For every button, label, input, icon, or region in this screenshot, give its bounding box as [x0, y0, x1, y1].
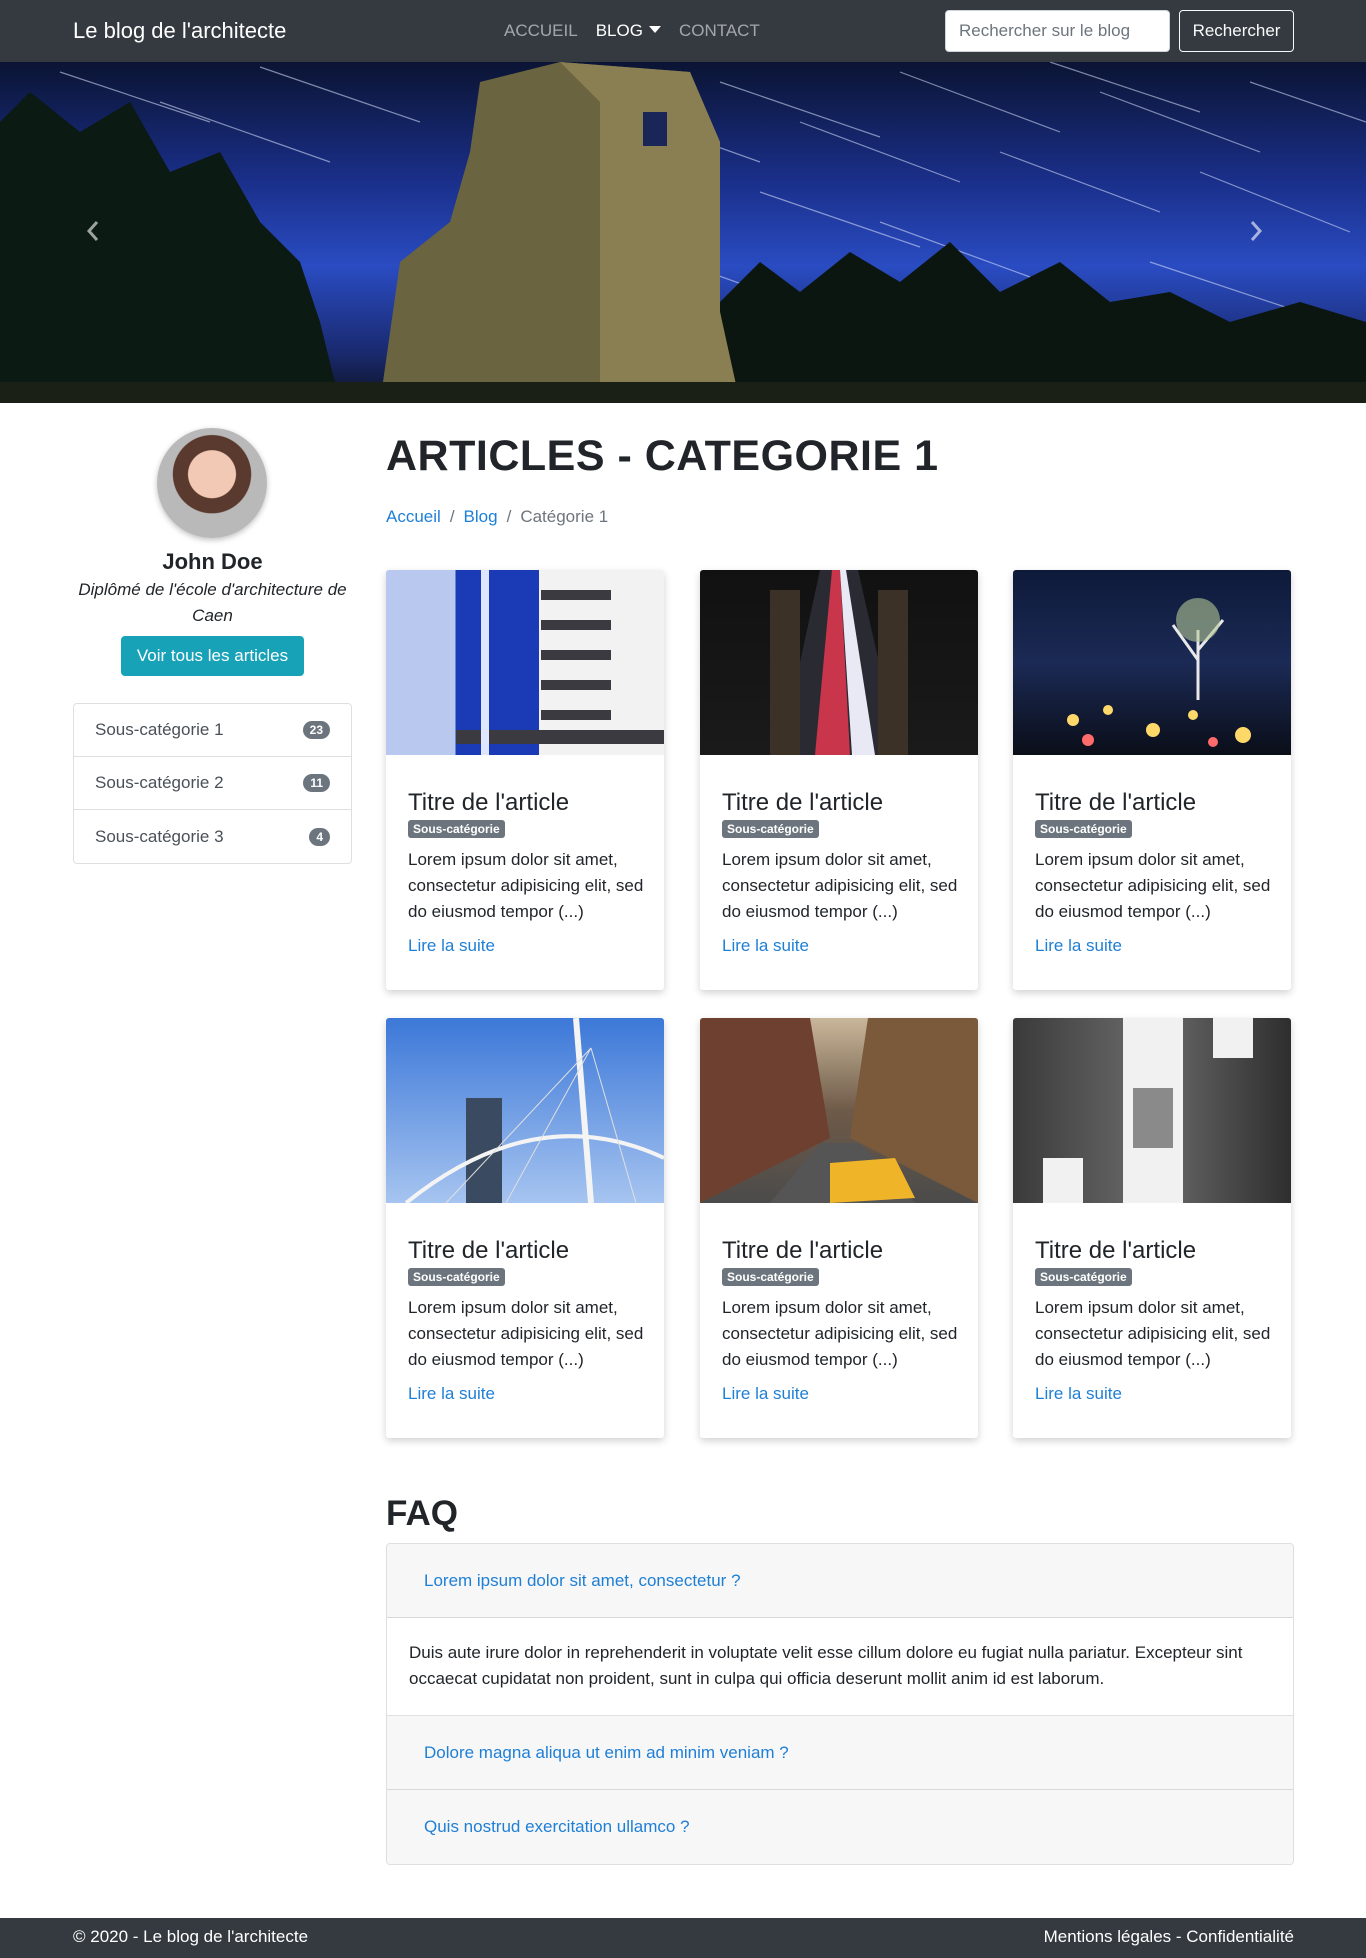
hero-carousel: [0, 62, 1366, 403]
article-image[interactable]: [1013, 570, 1291, 755]
article-title: Titre de l'article: [408, 789, 570, 816]
article-title: Titre de l'article: [722, 1237, 884, 1264]
nav-links: ACCUEIL BLOG CONTACT: [504, 19, 760, 43]
brand-link[interactable]: Le blog de l'architecte: [73, 17, 286, 45]
article-card: Titre de l'article Sous-catégorie Lorem …: [700, 1018, 978, 1438]
subcategory-item-2[interactable]: Sous-catégorie 2 11: [74, 757, 351, 810]
page-title: ARTICLES - CATEGORIE 1: [386, 432, 939, 480]
count-badge: 11: [303, 774, 330, 792]
article-card: Titre de l'article Sous-catégorie Lorem …: [700, 570, 978, 990]
subcategory-list: Sous-catégorie 1 23 Sous-catégorie 2 11 …: [73, 703, 352, 864]
all-articles-button[interactable]: Voir tous les articles: [121, 636, 304, 676]
article-title: Titre de l'article: [1035, 1237, 1197, 1264]
caret-down-icon: [648, 26, 661, 33]
article-image[interactable]: [700, 1018, 978, 1203]
article-image[interactable]: [700, 570, 978, 755]
author-name: John Doe: [162, 549, 263, 574]
avatar: [157, 428, 267, 538]
subcategory-label: Sous-catégorie 3: [95, 826, 224, 846]
subcategory-item-3[interactable]: Sous-catégorie 3 4: [74, 810, 351, 863]
breadcrumb-accueil[interactable]: Accueil: [386, 504, 441, 530]
nav-accueil[interactable]: ACCUEIL: [504, 19, 578, 43]
breadcrumb-separator: /: [449, 507, 455, 526]
article-title: Titre de l'article: [722, 789, 884, 816]
faq-question-3[interactable]: Quis nostrud exercitation ullamco ?: [387, 1790, 1293, 1864]
carousel-next-icon[interactable]: [1249, 220, 1279, 250]
read-more-link[interactable]: Lire la suite: [1035, 933, 1122, 959]
read-more-link[interactable]: Lire la suite: [408, 1381, 495, 1407]
article-excerpt: Lorem ipsum dolor sit amet, consectetur …: [722, 850, 958, 921]
carousel-prev-icon[interactable]: [86, 220, 116, 250]
article-title: Titre de l'article: [408, 1237, 570, 1264]
footer-copyright: © 2020 - Le blog de l'architecte: [73, 1927, 309, 1946]
subcategory-badge: Sous-catégorie: [408, 1268, 505, 1286]
read-more-link[interactable]: Lire la suite: [408, 933, 495, 959]
faq-answer-1: Duis aute irure dolor in reprehenderit i…: [387, 1618, 1293, 1716]
subcategory-badge: Sous-catégorie: [408, 820, 505, 838]
article-excerpt: Lorem ipsum dolor sit amet, consectetur …: [1035, 850, 1271, 921]
faq-accordion: Lorem ipsum dolor sit amet, consectetur …: [386, 1543, 1294, 1865]
faq-question-2[interactable]: Dolore magna aliqua ut enim ad minim ven…: [387, 1716, 1293, 1790]
article-excerpt: Lorem ipsum dolor sit amet, consectetur …: [408, 1298, 644, 1369]
breadcrumb-current: Catégorie 1: [520, 507, 609, 526]
article-card: Titre de l'article Sous-catégorie Lorem …: [386, 1018, 664, 1438]
breadcrumb-blog[interactable]: Blog: [464, 504, 498, 530]
faq-question-1[interactable]: Lorem ipsum dolor sit amet, consectetur …: [387, 1544, 1293, 1618]
author-description: Diplômé de l'école d'architecture de Cae…: [78, 580, 347, 625]
subcategory-badge: Sous-catégorie: [722, 1268, 819, 1286]
subcategory-badge: Sous-catégorie: [1035, 1268, 1132, 1286]
article-excerpt: Lorem ipsum dolor sit amet, consectetur …: [1035, 1298, 1271, 1369]
breadcrumb: Accueil / Blog / Catégorie 1: [386, 504, 608, 530]
subcategory-badge: Sous-catégorie: [722, 820, 819, 838]
article-image[interactable]: [386, 1018, 664, 1203]
subcategory-item-1[interactable]: Sous-catégorie 1 23: [74, 704, 351, 757]
article-card: Titre de l'article Sous-catégorie Lorem …: [386, 570, 664, 990]
subcategory-label: Sous-catégorie 1: [95, 720, 224, 739]
footer: © 2020 - Le blog de l'architecte Mention…: [0, 1918, 1366, 1958]
footer-legal-links[interactable]: Mentions légales - Confidentialité: [1044, 1927, 1294, 1947]
read-more-link[interactable]: Lire la suite: [722, 1381, 809, 1407]
count-badge: 4: [309, 827, 330, 846]
article-card: Titre de l'article Sous-catégorie Lorem …: [1013, 570, 1291, 990]
article-card: Titre de l'article Sous-catégorie Lorem …: [1013, 1018, 1291, 1438]
subcategory-badge: Sous-catégorie: [1035, 820, 1132, 838]
faq-title: FAQ: [386, 1494, 458, 1533]
article-excerpt: Lorem ipsum dolor sit amet, consectetur …: [408, 850, 644, 921]
subcategory-label: Sous-catégorie 2: [95, 773, 224, 792]
search-button[interactable]: Rechercher: [1179, 10, 1294, 52]
article-image[interactable]: [1013, 1018, 1291, 1203]
breadcrumb-separator: /: [506, 507, 512, 526]
read-more-link[interactable]: Lire la suite: [1035, 1381, 1122, 1407]
read-more-link[interactable]: Lire la suite: [722, 933, 809, 959]
hero-image: [0, 62, 1366, 403]
nav-blog-label: BLOG: [595, 21, 643, 40]
count-badge: 23: [302, 721, 330, 739]
article-title: Titre de l'article: [1035, 789, 1197, 816]
search-input[interactable]: [945, 10, 1170, 52]
navbar: Le blog de l'architecte ACCUEIL BLOG CON…: [0, 0, 1366, 62]
article-excerpt: Lorem ipsum dolor sit amet, consectetur …: [722, 1298, 958, 1369]
nav-blog-dropdown[interactable]: BLOG: [596, 19, 661, 43]
article-image[interactable]: [386, 570, 664, 755]
nav-contact[interactable]: CONTACT: [679, 19, 760, 43]
